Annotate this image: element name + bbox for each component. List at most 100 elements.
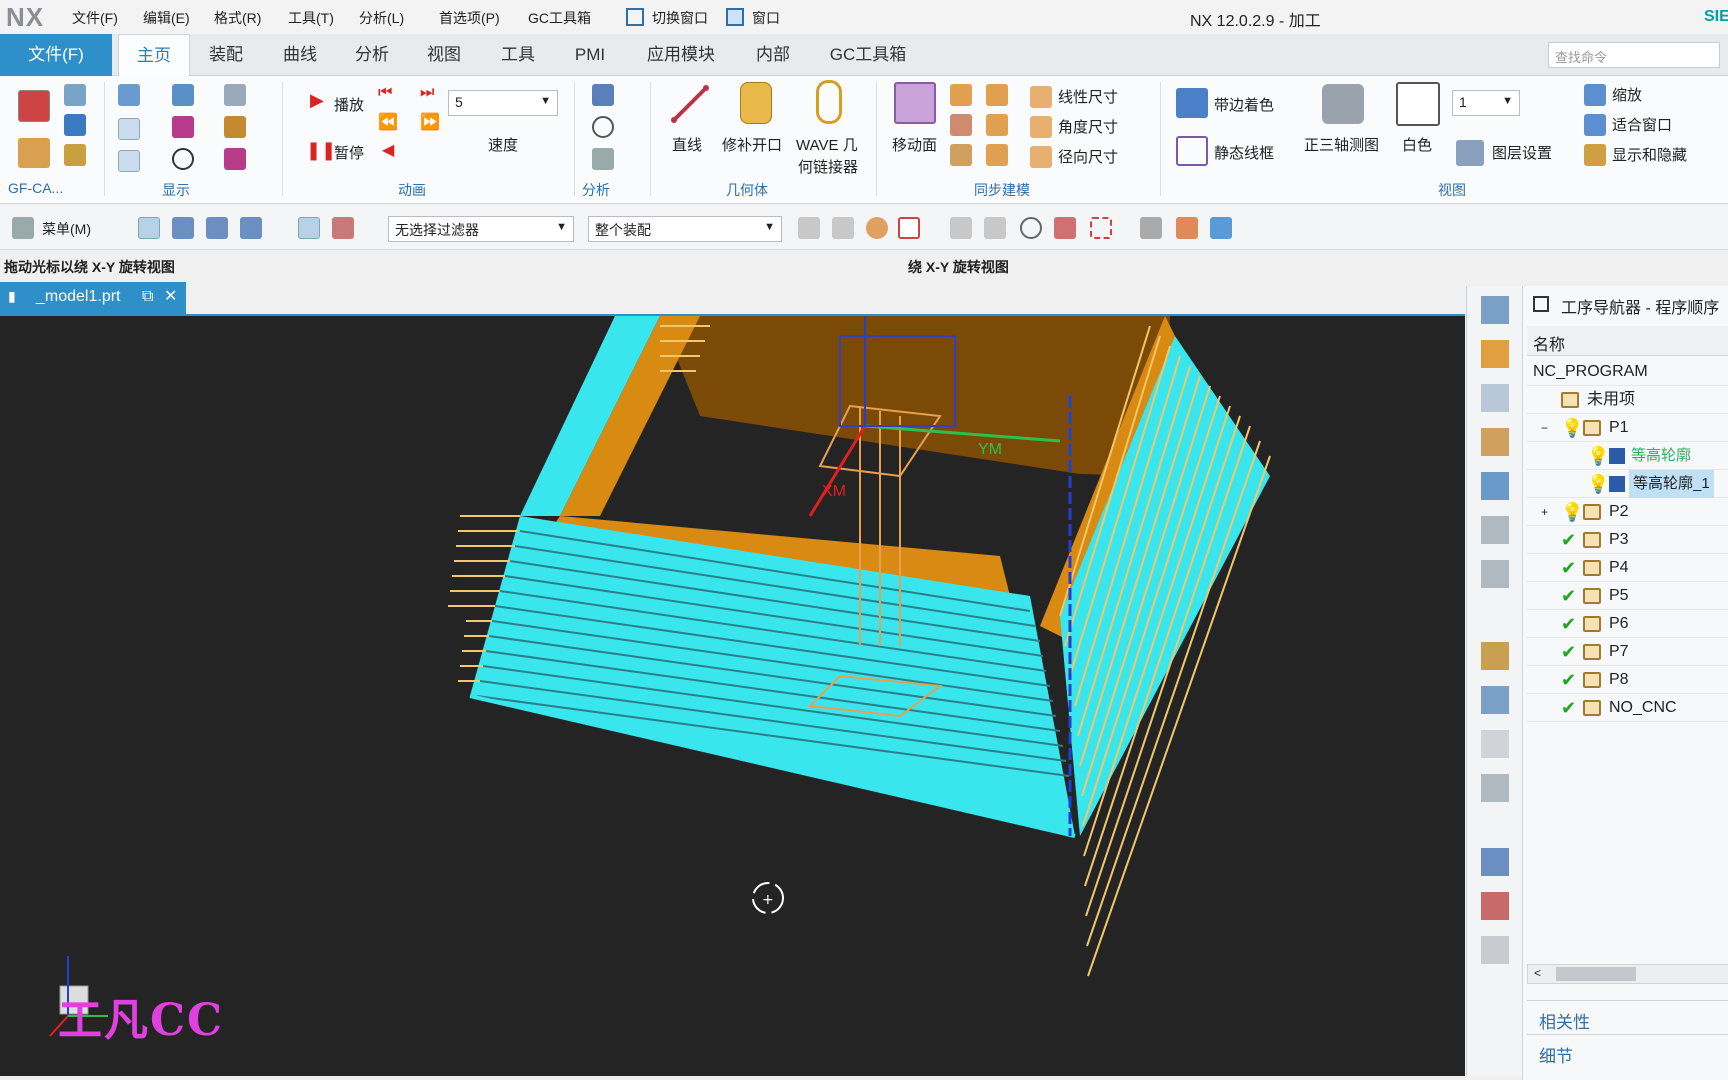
document-tab[interactable]: ▮ _model1.prt ⧉ ✕ [0, 282, 186, 314]
assembly-nav-icon[interactable] [1481, 296, 1509, 324]
measure-icon[interactable] [592, 116, 614, 138]
curve-icon[interactable] [172, 116, 194, 138]
snap-icon-4[interactable] [898, 217, 920, 239]
trimetric-button[interactable]: 正三轴测图 [1304, 134, 1379, 155]
tree-item-no-cnc[interactable]: ✔ NO_CNC [1527, 694, 1728, 722]
tab-pmi[interactable]: PMI [560, 34, 620, 76]
line-tool-icon[interactable] [224, 148, 246, 170]
tab-internal[interactable]: 内部 [740, 34, 806, 76]
snap-icon-1[interactable] [798, 217, 820, 239]
tab-home[interactable]: 主页 [118, 34, 190, 76]
snap-icon-9[interactable] [1090, 217, 1112, 239]
tree-root[interactable]: NC_PROGRAM [1527, 358, 1728, 386]
snap-icon-2[interactable] [832, 217, 854, 239]
move-face-button[interactable]: 移动面 [892, 134, 937, 155]
tree-item-p2[interactable]: + 💡 P2 [1527, 498, 1728, 526]
tree-item-op2[interactable]: 💡 等高轮廓_1 [1527, 470, 1728, 498]
speed-select[interactable]: 5 ▼ [448, 90, 558, 116]
gfca-table-icon[interactable] [18, 138, 50, 168]
play-icon[interactable]: ▶ [310, 90, 324, 111]
first-frame-icon[interactable]: ⏮ [378, 84, 392, 102]
pause-icon[interactable]: ❚❚ [306, 140, 336, 161]
gfca-arrow-icon[interactable] [64, 114, 86, 136]
menu-preferences[interactable]: 首选项(P) [439, 8, 500, 28]
shaded-edges-icon[interactable] [1176, 88, 1208, 118]
wave-linker-button[interactable]: WAVE 几 [796, 134, 858, 155]
tab-gc-toolbox[interactable]: GC工具箱 [818, 34, 918, 76]
snap-icon-8[interactable] [1054, 217, 1076, 239]
web-browser-icon[interactable] [1481, 642, 1509, 670]
zoom-icon[interactable] [1584, 84, 1606, 106]
collapse-icon[interactable]: − [1541, 414, 1548, 442]
angle-dim-icon[interactable] [1030, 116, 1052, 138]
next-frame-icon[interactable]: ⏩ [420, 112, 440, 132]
sync-icon-5[interactable] [986, 114, 1008, 136]
gfca-filter-icon[interactable] [64, 144, 86, 166]
group-gfca[interactable]: GF-CA... [8, 180, 63, 196]
sync-icon-2[interactable] [950, 114, 972, 136]
layer-settings-button[interactable]: 图层设置 [1492, 142, 1552, 163]
gfca-tool-icon[interactable] [18, 90, 50, 122]
tab-assembly[interactable]: 装配 [196, 34, 256, 76]
angle-dimension-button[interactable]: 角度尺寸 [1058, 116, 1118, 137]
close-icon[interactable]: ✕ [164, 286, 177, 306]
cam-nav-icon[interactable] [1481, 892, 1509, 920]
navigator-pin-icon[interactable] [1533, 296, 1549, 312]
display-hatch-icon[interactable] [118, 118, 140, 140]
system-scenes-icon[interactable] [1481, 848, 1509, 876]
snap-icon-5[interactable] [950, 217, 972, 239]
dependencies-panel[interactable]: 相关性 [1539, 1008, 1590, 1033]
graphics-viewport[interactable]: YM XM + 工凡CC [0, 314, 1465, 1076]
roles-icon[interactable] [1481, 774, 1509, 802]
scroll-left-icon[interactable]: < [1534, 966, 1541, 980]
snap-icon-7[interactable] [1020, 217, 1042, 239]
menu-file[interactable]: 文件(F) [72, 8, 118, 28]
column-header[interactable]: 名称 [1527, 326, 1728, 356]
snap-icon-3[interactable] [866, 217, 888, 239]
scope-select[interactable]: 整个装配 ▼ [588, 216, 782, 242]
radial-dimension-button[interactable]: 径向尺寸 [1058, 146, 1118, 167]
line-button[interactable]: 直线 [672, 134, 702, 155]
sync-icon-1[interactable] [950, 84, 972, 106]
menu-button[interactable]: 菜单(M) [42, 219, 91, 239]
select-icon-2[interactable] [172, 217, 194, 239]
linear-dimension-button[interactable]: 线性尺寸 [1058, 86, 1118, 107]
fit-window-icon[interactable] [1584, 114, 1606, 136]
menu-analysis[interactable]: 分析(L) [359, 8, 404, 28]
white-background-button[interactable]: 白色 [1402, 134, 1432, 155]
analysis-icon-3[interactable] [592, 148, 614, 170]
horizontal-scrollbar[interactable]: < [1527, 964, 1728, 984]
hd3d-tools-icon[interactable] [1481, 472, 1509, 500]
part-nav-icon[interactable] [1481, 384, 1509, 412]
sync-icon-6[interactable] [986, 144, 1008, 166]
layer-settings-icon[interactable] [1456, 140, 1484, 166]
tree-unused[interactable]: 未用项 [1527, 386, 1728, 414]
radial-dim-icon[interactable] [1030, 146, 1052, 168]
analysis-icon-1[interactable] [592, 84, 614, 106]
select-icon-5[interactable] [298, 217, 320, 239]
group-geometry[interactable]: 几何体 [726, 180, 768, 200]
tab-analysis[interactable]: 分析 [342, 34, 402, 76]
wave-link-icon[interactable] [816, 80, 842, 124]
funnel-icon[interactable] [224, 116, 246, 138]
tree-item-p6[interactable]: ✔ P6 [1527, 610, 1728, 638]
group-display[interactable]: 显示 [162, 180, 190, 200]
tree-item-p1[interactable]: − 💡 P1 [1527, 414, 1728, 442]
scrollbar-thumb[interactable] [1556, 967, 1636, 981]
tab-tools[interactable]: 工具 [488, 34, 548, 76]
group-animation[interactable]: 动画 [398, 180, 426, 200]
snap-icon-10[interactable] [1140, 217, 1162, 239]
tab-file[interactable]: 文件(F) [0, 34, 112, 76]
show-hide-icon[interactable] [1584, 144, 1606, 166]
last-frame-icon[interactable]: ⏭ [420, 84, 434, 102]
snap-icon-11[interactable] [1176, 217, 1198, 239]
group-sync-modeling[interactable]: 同步建模 [974, 180, 1030, 200]
constraint-nav-icon[interactable] [1481, 340, 1509, 368]
menu-gc-toolbox[interactable]: GC工具箱 [528, 8, 591, 28]
history-icon[interactable] [1481, 686, 1509, 714]
linear-dim-icon[interactable] [1030, 86, 1052, 108]
display-icon-3[interactable] [224, 84, 246, 106]
window-menu[interactable]: 窗口 [752, 8, 780, 28]
select-icon-6[interactable] [332, 217, 354, 239]
menu-edit[interactable]: 编辑(E) [143, 8, 190, 28]
